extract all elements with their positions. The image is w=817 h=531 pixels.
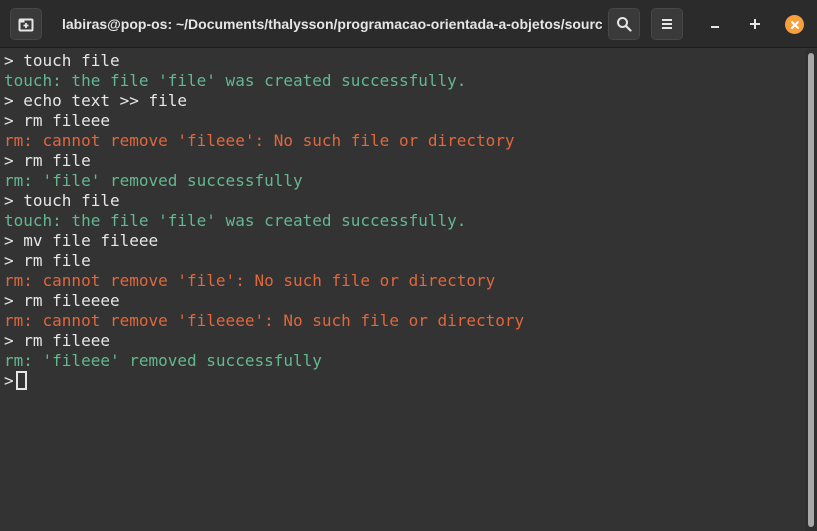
command-line: > touch file (4, 51, 120, 70)
success-output-line: touch: the file 'file' was created succe… (4, 71, 467, 90)
close-button[interactable] (785, 15, 804, 34)
window-title: labiras@pop-os: ~/Documents/thalysson/pr… (62, 16, 602, 32)
hamburger-menu-icon (662, 19, 672, 29)
success-output-line: touch: the file 'file' was created succe… (4, 211, 467, 230)
maximize-icon (750, 19, 760, 29)
success-output-line: rm: 'fileee' removed successfully (4, 351, 322, 370)
command-line: > mv file fileee (4, 231, 159, 250)
search-icon (617, 17, 632, 32)
text-cursor (15, 371, 27, 390)
terminal-window: labiras@pop-os: ~/Documents/thalysson/pr… (0, 0, 817, 531)
menu-button[interactable] (651, 8, 683, 40)
close-icon (790, 20, 799, 29)
scrollbar[interactable] (805, 49, 817, 531)
scrollbar-thumb[interactable] (808, 53, 814, 527)
error-output-line: rm: cannot remove 'fileeee': No such fil… (4, 311, 525, 330)
command-line: > echo text >> file (4, 91, 188, 110)
success-output-line: rm: 'file' removed successfully (4, 171, 303, 190)
minimize-button[interactable] (703, 12, 727, 36)
error-output-line: rm: cannot remove 'fileee': No such file… (4, 131, 515, 150)
command-line: > touch file (4, 191, 120, 210)
error-output-line: rm: cannot remove 'file': No such file o… (4, 271, 496, 290)
prompt-symbol: > (4, 371, 14, 390)
command-line: > rm file (4, 251, 91, 270)
command-line: > rm file (4, 151, 91, 170)
command-line: > rm fileeee (4, 291, 120, 310)
maximize-button[interactable] (743, 12, 767, 36)
title-bar: labiras@pop-os: ~/Documents/thalysson/pr… (0, 0, 817, 48)
command-line: > rm fileee (4, 111, 110, 130)
command-line: > rm fileee (4, 331, 110, 350)
search-button[interactable] (608, 8, 640, 40)
new-tab-button[interactable] (10, 8, 42, 40)
current-prompt-line[interactable]: > (4, 371, 805, 391)
terminal-output[interactable]: > touch file touch: the file 'file' was c… (0, 49, 805, 531)
minimize-icon (711, 26, 719, 28)
new-tab-icon (18, 18, 34, 32)
